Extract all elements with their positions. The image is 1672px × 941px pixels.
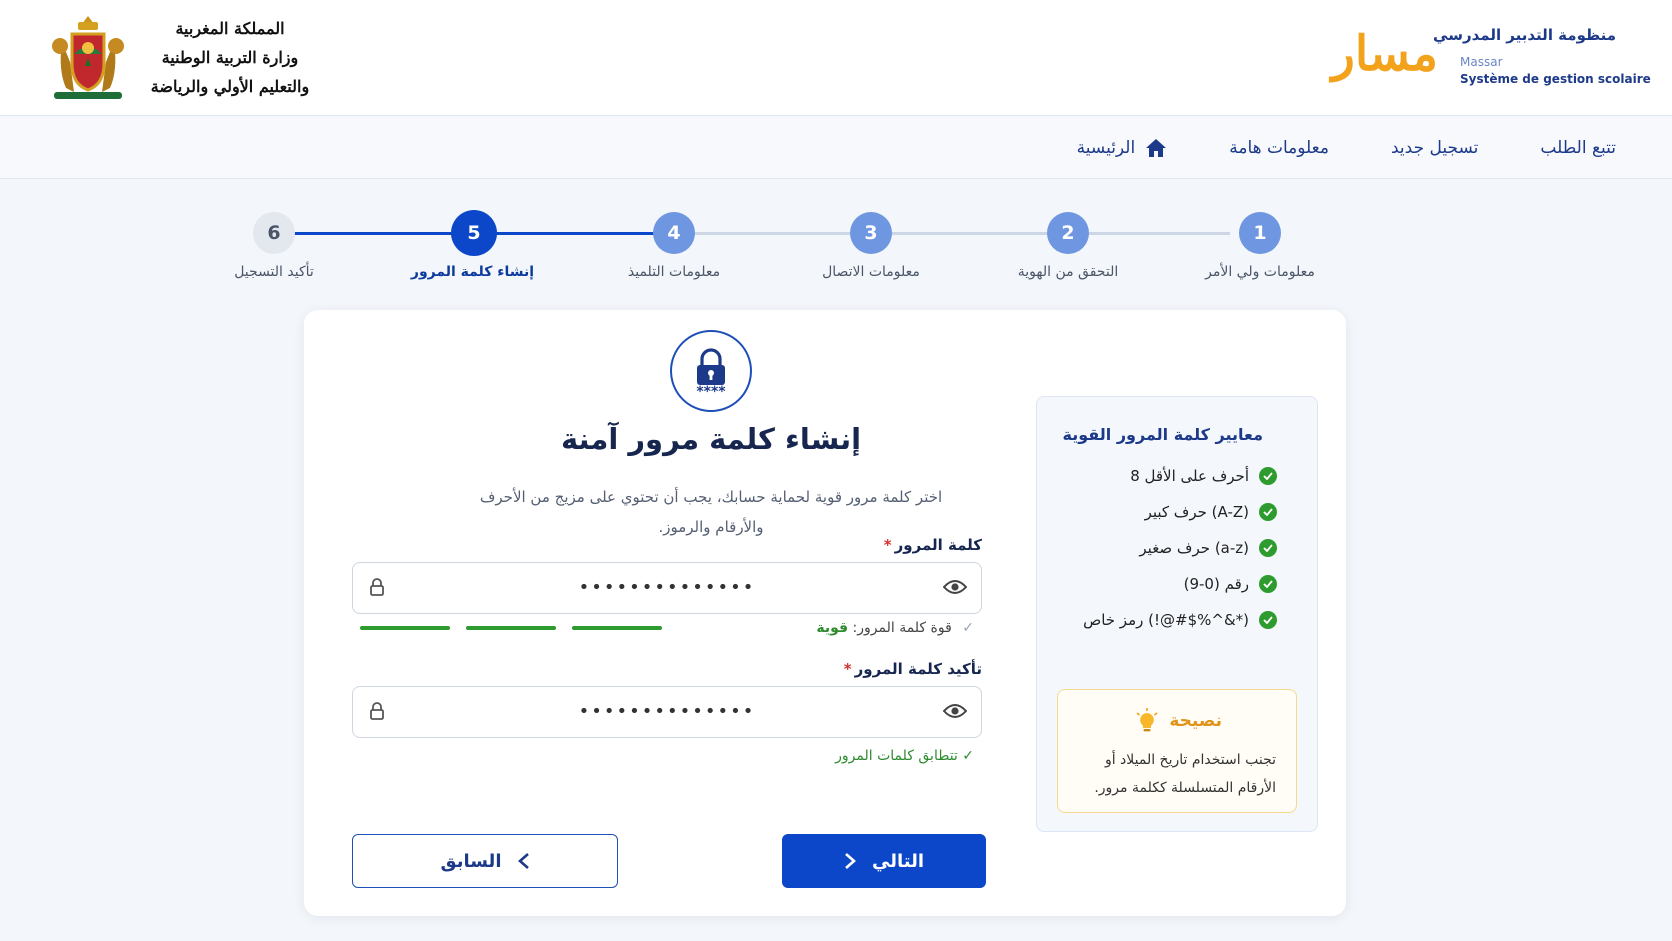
criteria-item: رقم (0-9): [1184, 575, 1277, 593]
step-number: 5: [451, 210, 497, 256]
password-label: كلمة المرور*: [884, 536, 982, 554]
password-strength-meter: [360, 626, 662, 630]
page-header: المملكة المغربية وزارة التربية الوطنية و…: [0, 0, 1672, 116]
nav-new-registration-label: تسجيل جديد: [1391, 138, 1479, 158]
step-number: 1: [1239, 212, 1281, 254]
step-label: تأكيد التسجيل: [234, 264, 314, 280]
password-label-text: كلمة المرور: [894, 536, 982, 554]
nav-track-request[interactable]: تتبع الطلب: [1540, 138, 1616, 158]
password-match-text: ✓ تتطابق كلمات المرور: [835, 748, 974, 764]
confirm-password-input[interactable]: [397, 687, 937, 736]
coat-of-arms-icon: [52, 16, 124, 99]
lock-icon: [370, 578, 384, 596]
confirm-field-group: تأكيد كلمة المرور* ✓ تتطابق كلمات المرور: [352, 656, 982, 766]
criteria-item: 8 أحرف على الأقل: [1130, 467, 1277, 485]
confirm-label: تأكيد كلمة المرور*: [844, 660, 982, 678]
tip-box: نصيحة تجنب استخدام تاريخ الميلاد أو الأر…: [1057, 689, 1297, 813]
ministry-line: والتعليم الأولي والرياضة: [150, 77, 310, 96]
eye-icon[interactable]: [943, 702, 967, 720]
ministry-line: المملكة المغربية: [175, 19, 285, 38]
password-input[interactable]: [397, 563, 937, 612]
criteria-title: معايير كلمة المرور القوية: [1062, 425, 1264, 444]
step-4: 4 معلومات التلميذ: [614, 212, 734, 280]
step-label: معلومات الاتصال: [822, 264, 920, 280]
massar-brand: مسار منظومة التدبير المدرسي Massar Systè…: [1276, 22, 1651, 92]
nav-new-registration[interactable]: تسجيل جديد: [1391, 138, 1478, 158]
confirm-input-box: [352, 686, 982, 738]
strength-value: قوية: [816, 620, 849, 636]
check-circle-icon: [1259, 503, 1277, 521]
password-input-box: [352, 562, 982, 614]
required-mark: *: [843, 660, 852, 678]
password-card: **** إنشاء كلمة مرور آمنة اختر كلمة مرور…: [304, 310, 1346, 916]
step-5: 5 إنشاء كلمة المرور: [410, 210, 534, 280]
eye-icon[interactable]: [943, 578, 967, 596]
criteria-text: رمز خاص (!@#$%^&*): [1083, 611, 1249, 629]
strength-segment: [466, 626, 556, 630]
lock-badge: ****: [670, 330, 752, 412]
criteria-item: حرف صغير (a-z): [1139, 539, 1277, 557]
check-circle-icon: [1259, 539, 1277, 557]
chevron-left-icon: [517, 853, 529, 869]
strength-segment: [572, 626, 662, 630]
home-icon: [1146, 139, 1167, 157]
criteria-text: حرف كبير (A-Z): [1144, 503, 1249, 521]
password-strength-text: ✓ قوة كلمة المرور: قوية: [816, 620, 974, 636]
step-number: 3: [850, 212, 892, 254]
lock-badge-stars: ****: [696, 384, 726, 398]
next-button-label: التالي: [872, 850, 925, 872]
criteria-text: 8 أحرف على الأقل: [1130, 467, 1249, 485]
ministry-name: المملكة المغربية وزارة التربية الوطنية و…: [140, 14, 320, 101]
nav-home[interactable]: الرئيسية: [1077, 138, 1168, 158]
password-field-group: كلمة المرور* ✓ قوة كلمة المرور: قوية: [352, 530, 982, 650]
criteria-text: رقم (0-9): [1183, 575, 1249, 593]
main-nav: الرئيسية معلومات هامة تسجيل جديد تتبع ال…: [0, 117, 1672, 179]
lock-icon: [370, 702, 384, 720]
check-circle-icon: [1259, 611, 1277, 629]
required-mark: *: [883, 536, 892, 554]
brand-title: منظومة التدبير المدرسي: [1433, 26, 1616, 44]
lightbulb-icon: [1136, 708, 1158, 732]
nav-important-info[interactable]: معلومات هامة: [1229, 138, 1329, 158]
strength-segment: [360, 626, 450, 630]
tip-header: نصيحة: [1135, 708, 1222, 734]
nav-home-label: الرئيسية: [1076, 138, 1136, 158]
check-icon: ✓: [962, 620, 974, 636]
next-button[interactable]: التالي: [782, 834, 986, 888]
criteria-item: رمز خاص (!@#$%^&*): [1083, 611, 1277, 629]
check-circle-icon: [1259, 575, 1277, 593]
nav-important-info-label: معلومات هامة: [1229, 138, 1329, 158]
tip-text: تجنب استخدام تاريخ الميلاد أو الأرقام ال…: [1094, 752, 1276, 796]
step-number: 2: [1047, 212, 1089, 254]
step-label: معلومات ولي الأمر: [1205, 264, 1315, 280]
chevron-right-icon: [845, 853, 856, 869]
step-1: 1 معلومات ولي الأمر: [1200, 212, 1320, 280]
confirm-label-text: تأكيد كلمة المرور: [854, 660, 982, 678]
tip-title: نصيحة: [1169, 711, 1222, 731]
password-criteria-panel: معايير كلمة المرور القوية 8 أحرف على الأ…: [1036, 396, 1318, 832]
step-2: 2 التحقق من الهوية: [1008, 212, 1128, 280]
nav-track-request-label: تتبع الطلب: [1540, 138, 1616, 158]
criteria-item: حرف كبير (A-Z): [1145, 503, 1277, 521]
step-label: معلومات التلميذ: [627, 264, 721, 280]
brand-latin-name: Massar: [1460, 55, 1503, 69]
previous-button[interactable]: السابق: [352, 834, 618, 888]
lock-icon: ****: [696, 348, 726, 398]
step-number: 6: [253, 212, 295, 254]
step-6: 6 تأكيد التسجيل: [214, 212, 334, 280]
step-label: إنشاء كلمة المرور: [410, 264, 534, 280]
criteria-text: حرف صغير (a-z): [1139, 539, 1249, 557]
registration-stepper: 6 تأكيد التسجيل 5 إنشاء كلمة المرور 4 مع…: [220, 206, 1350, 296]
previous-button-label: السابق: [440, 850, 502, 872]
step-3: 3 معلومات الاتصال: [811, 212, 931, 280]
nav-items: الرئيسية معلومات هامة تسجيل جديد تتبع ال…: [1077, 117, 1616, 179]
massar-logo: مسار: [1331, 26, 1438, 82]
ministry-line: وزارة التربية الوطنية: [161, 48, 299, 67]
check-circle-icon: [1259, 467, 1277, 485]
form-title: إنشاء كلمة مرور آمنة: [560, 422, 862, 456]
brand-subtitle: Système de gestion scolaire: [1460, 72, 1651, 86]
strength-prefix: قوة كلمة المرور:: [852, 620, 952, 636]
step-label: التحقق من الهوية: [1017, 264, 1119, 280]
step-number: 4: [653, 212, 695, 254]
